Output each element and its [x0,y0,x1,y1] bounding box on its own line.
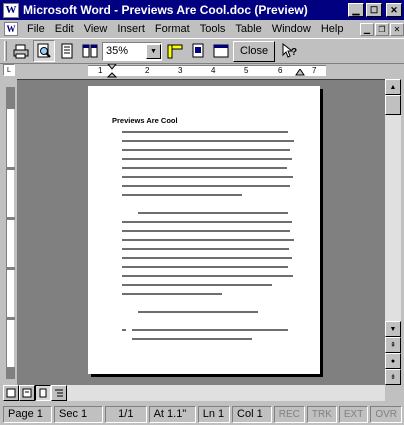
greeked-text-line [122,167,287,169]
previous-page-icon[interactable]: ⇞ [385,337,401,353]
full-screen-icon[interactable] [210,40,232,62]
ruler-number: 5 [244,66,249,75]
scroll-thumb[interactable] [385,95,401,115]
scroll-down-icon[interactable]: ▼ [385,321,401,337]
greeked-text-line [132,329,288,331]
next-page-icon[interactable]: ⇟ [385,369,401,385]
vertical-ruler [3,79,16,385]
horizontal-scrollbar[interactable] [3,385,385,401]
greeked-text-line [122,248,289,250]
greeked-text-line [122,194,242,196]
normal-view-icon[interactable] [3,385,19,401]
title-bar[interactable]: W Microsoft Word - Previews Are Cool.doc… [0,0,404,20]
greeked-text-line [122,266,288,268]
magnifier-icon[interactable] [33,40,55,62]
status-page-count[interactable]: 1/1 [105,405,147,423]
ruler-number: 4 [211,66,216,75]
greeked-text-line [122,149,290,151]
vertical-scrollbar[interactable]: ▲ ▼ ⇞ ● ⇟ [385,79,401,385]
greeked-text-line [122,284,272,286]
indent-marker-icon[interactable] [107,64,117,78]
toolbar-grip[interactable] [4,41,7,61]
greeked-text-line [122,329,126,331]
menu-format[interactable]: Format [150,23,195,35]
svg-text:?: ? [291,47,297,58]
menu-bar: W File Edit View Insert Format Tools Tab… [0,20,404,38]
greeked-text-line [122,185,290,187]
doc-restore-icon[interactable]: ❐ [375,22,389,36]
document-icon[interactable]: W [4,22,18,36]
maximize-icon[interactable]: ☐ [366,3,382,17]
greeked-text-line [122,131,288,133]
greeked-text-line [122,158,292,160]
vertical-ruler-strip[interactable] [6,87,15,379]
status-ext[interactable]: EXT [338,405,369,423]
status-ovr[interactable]: OVR [370,405,402,423]
print-layout-icon[interactable] [35,385,51,401]
ruler-number: 1 [98,66,103,75]
menu-insert[interactable]: Insert [112,23,150,35]
view-ruler-icon[interactable] [164,40,186,62]
close-icon[interactable]: ✕ [386,3,402,17]
greeked-text-line [122,230,290,232]
menu-tools[interactable]: Tools [195,23,231,35]
menu-window[interactable]: Window [267,23,316,35]
zoom-select[interactable]: 35% ▼ [102,41,162,61]
print-icon[interactable] [10,40,32,62]
chevron-down-icon[interactable]: ▼ [146,43,161,59]
tab-selector-icon[interactable]: L [3,64,15,76]
status-at[interactable]: At 1.1" [148,405,196,423]
ruler-number: 6 [278,66,283,75]
menu-file[interactable]: File [22,23,50,35]
doc-close-icon[interactable]: ✕ [390,22,404,36]
context-help-icon[interactable]: ? [278,40,300,62]
shrink-to-fit-icon[interactable] [187,40,209,62]
zoom-value: 35% [106,45,129,57]
select-browse-object-icon[interactable]: ● [385,353,401,369]
status-line[interactable]: Ln 1 [197,405,231,423]
menu-table[interactable]: Table [230,23,266,35]
menu-view[interactable]: View [79,23,113,35]
status-page[interactable]: Page 1 [3,405,52,423]
preview-page[interactable]: Previews Are Cool [88,86,320,374]
status-bar: Page 1 Sec 1 1/1 At 1.1" Ln 1 Col 1 REC … [0,403,404,425]
status-rec[interactable]: REC [273,405,305,423]
window-title: Microsoft Word - Previews Are Cool.doc (… [23,3,308,17]
greeked-text-line [122,176,293,178]
scroll-up-icon[interactable]: ▲ [385,79,401,95]
greeked-text-line [138,311,258,313]
greeked-text-line [132,338,252,340]
print-preview-toolbar: 35% ▼ Close ? [0,38,404,64]
status-column[interactable]: Col 1 [232,405,272,423]
doc-minimize-icon[interactable]: ▁ [360,22,374,36]
multiple-pages-icon[interactable] [79,40,101,62]
greeked-text-line [122,221,292,223]
minimize-icon[interactable]: ▁ [348,3,364,17]
greeked-text-line [122,293,222,295]
status-trk[interactable]: TRK [306,405,337,423]
greeked-text-line [138,212,288,214]
ruler-number: 7 [312,66,317,75]
document-title: Previews Are Cool [112,116,178,125]
right-indent-marker-icon[interactable] [295,69,305,77]
ruler-number: 2 [145,66,150,75]
web-layout-icon[interactable] [19,385,35,401]
menu-help[interactable]: Help [316,23,349,35]
outline-view-icon[interactable] [51,385,67,401]
word-app-icon[interactable]: W [3,2,19,18]
one-page-icon[interactable] [56,40,78,62]
greeked-text-line [122,239,294,241]
close-preview-button[interactable]: Close [233,40,276,62]
greeked-text-line [122,257,292,259]
ruler-number: 3 [178,66,183,75]
greeked-text-line [122,140,294,142]
status-section[interactable]: Sec 1 [54,405,103,423]
horizontal-ruler: L 1 2 3 4 5 6 7 [0,64,404,78]
ruler-strip[interactable]: 1 2 3 4 5 6 7 [88,65,326,76]
menu-edit[interactable]: Edit [50,23,79,35]
greeked-text-line [122,275,293,277]
